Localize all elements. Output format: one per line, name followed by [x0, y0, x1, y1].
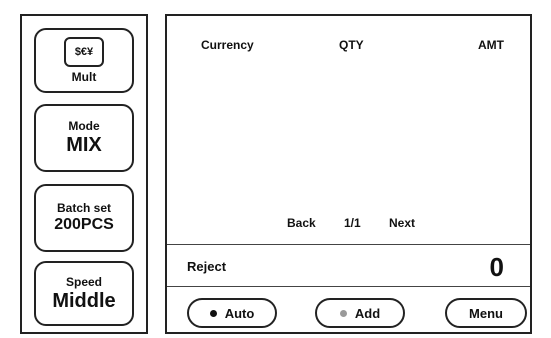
reject-label: Reject [187, 259, 227, 274]
next-button[interactable]: Next [389, 216, 415, 230]
speed-button[interactable]: Speed Middle [34, 261, 134, 326]
batch-set-button[interactable]: Batch set 200PCS [34, 184, 134, 252]
mult-label: Mult [71, 70, 97, 84]
speed-title: Speed [65, 274, 102, 289]
back-button[interactable]: Back [287, 216, 316, 230]
mode-button[interactable]: Mode MIX [34, 104, 134, 172]
auto-dot-icon [209, 309, 217, 317]
mult-button[interactable]: $€¥ Mult [34, 28, 134, 93]
page-indicator: 1/1 [344, 216, 361, 230]
column-header-qty: QTY [339, 38, 364, 52]
currency-notes-icon: $€¥ [64, 37, 108, 68]
add-button[interactable]: Add [315, 298, 405, 328]
reject-count: 0 [489, 252, 504, 282]
column-header-currency: Currency [201, 38, 254, 52]
menu-label: Menu [469, 305, 503, 321]
left-control-panel: $€¥ Mult Mode MIX Batch set 200PCS Speed… [20, 14, 148, 334]
auto-button[interactable]: Auto [187, 298, 277, 328]
add-dot-icon [339, 309, 347, 317]
mode-title: Mode [68, 119, 100, 133]
divider-bottom [167, 286, 530, 287]
menu-button[interactable]: Menu [445, 298, 527, 328]
auto-label: Auto [224, 305, 255, 321]
batch-value: 200PCS [54, 216, 114, 233]
speed-value: Middle [52, 289, 116, 312]
batch-title: Batch set [56, 201, 112, 215]
currency-icon-text: $€¥ [74, 46, 94, 58]
mode-value: MIX [66, 134, 102, 156]
divider-top [167, 244, 530, 245]
add-label: Add [354, 305, 381, 321]
count-display-panel: Currency QTY AMT Back 1/1 Next Reject 0 … [165, 14, 532, 334]
column-header-amt: AMT [478, 38, 504, 52]
